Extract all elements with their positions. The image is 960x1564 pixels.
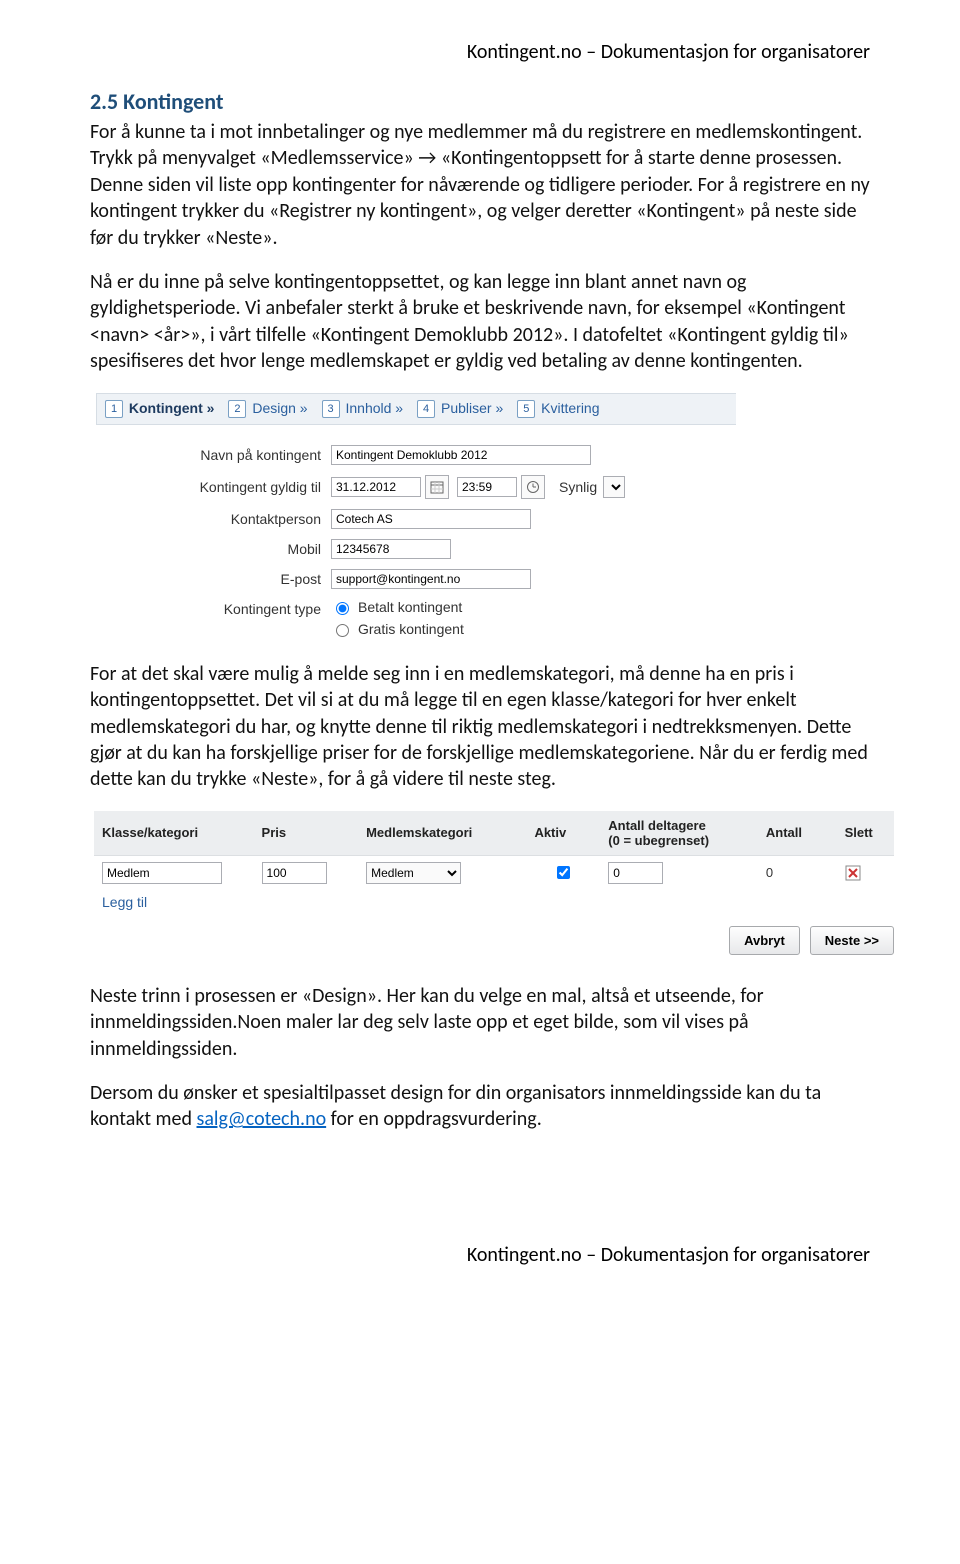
kontingent-form: Navn på kontingent Kontingent gyldig til…	[96, 425, 736, 637]
radio-paid[interactable]: Betalt kontingent	[331, 599, 464, 615]
step-label: Design »	[252, 400, 307, 416]
next-button[interactable]: Neste >>	[810, 926, 894, 955]
mobile-input[interactable]	[331, 539, 451, 559]
name-label: Navn på kontingent	[96, 447, 331, 463]
calendar-icon[interactable]	[425, 475, 449, 499]
antall-value: 0	[758, 855, 837, 890]
col-klasse: Klasse/kategori	[94, 811, 254, 856]
step-number: 3	[322, 400, 340, 418]
type-label: Kontingent type	[96, 599, 331, 617]
step-label: Kontingent »	[129, 400, 215, 416]
pris-input[interactable]	[262, 862, 327, 884]
email-input[interactable]	[331, 569, 531, 589]
paragraph-4b: Dersom du ønsker et spesialtilpasset des…	[90, 1080, 870, 1133]
valid-until-label: Kontingent gyldig til	[96, 479, 331, 495]
email-label: E-post	[96, 571, 331, 587]
step-number: 5	[517, 400, 535, 418]
radio-paid-input[interactable]	[336, 602, 349, 615]
clock-icon[interactable]	[521, 475, 545, 499]
p4b-after: for en oppdragsvurdering.	[326, 1107, 542, 1131]
radio-free[interactable]: Gratis kontingent	[331, 621, 464, 637]
paragraph-3: For at det skal være mulig å melde seg i…	[90, 661, 870, 793]
step-5[interactable]: 5 Kvittering	[517, 400, 599, 418]
valid-date-input[interactable]	[331, 477, 421, 497]
step-3[interactable]: 3 Innhold »	[322, 400, 404, 418]
radio-paid-label: Betalt kontingent	[358, 599, 462, 615]
paragraph-4a: Neste trinn i prosessen er «Design». Her…	[90, 983, 870, 1062]
medlemskategori-select[interactable]: Medlem	[366, 862, 461, 884]
visibility-select[interactable]	[603, 476, 625, 498]
contact-email-link[interactable]: salg@cotech.no	[197, 1107, 327, 1131]
name-input[interactable]	[331, 445, 591, 465]
radio-free-label: Gratis kontingent	[358, 621, 464, 637]
category-table: Klasse/kategori Pris Medlemskategori Akt…	[94, 811, 894, 890]
delete-icon[interactable]	[845, 865, 886, 881]
page-footer: Kontingent.no – Dokumentasjon for organi…	[90, 1243, 870, 1267]
add-row-link[interactable]: Legg til	[94, 890, 155, 910]
table-row: Medlem 0	[94, 855, 894, 890]
col-medlemskategori: Medlemskategori	[358, 811, 526, 856]
deltagere-input[interactable]	[608, 862, 663, 884]
contact-label: Kontaktperson	[96, 511, 331, 527]
step-label: Kvittering	[541, 400, 599, 416]
paragraph-1: For å kunne ta i mot innbetalinger og ny…	[90, 119, 870, 251]
wizard-screenshot: 1 Kontingent » 2 Design » 3 Innhold » 4 …	[96, 393, 736, 637]
step-number: 2	[228, 400, 246, 418]
aktiv-checkbox[interactable]	[557, 866, 570, 879]
contact-input[interactable]	[331, 509, 531, 529]
category-table-screenshot: Klasse/kategori Pris Medlemskategori Akt…	[94, 811, 894, 955]
step-4[interactable]: 4 Publiser »	[417, 400, 503, 418]
col-antall: Antall	[758, 811, 837, 856]
step-1[interactable]: 1 Kontingent »	[105, 400, 214, 418]
section-title: 2.5 Kontingent	[90, 88, 870, 115]
step-number: 1	[105, 400, 123, 418]
cancel-button[interactable]: Avbryt	[729, 926, 800, 955]
step-label: Innhold »	[345, 400, 403, 416]
col-pris: Pris	[254, 811, 359, 856]
visibility-label: Synlig	[559, 479, 597, 495]
step-number: 4	[417, 400, 435, 418]
klasse-input[interactable]	[102, 862, 222, 884]
col-aktiv: Aktiv	[526, 811, 600, 856]
radio-free-input[interactable]	[336, 624, 349, 637]
wizard-steps: 1 Kontingent » 2 Design » 3 Innhold » 4 …	[96, 393, 736, 425]
paragraph-2: Nå er du inne på selve kontingentoppsett…	[90, 269, 870, 375]
step-2[interactable]: 2 Design »	[228, 400, 307, 418]
page-header: Kontingent.no – Dokumentasjon for organi…	[90, 40, 870, 64]
col-deltagere: Antall deltagere (0 = ubegrenset)	[600, 811, 758, 856]
valid-time-input[interactable]	[457, 477, 517, 497]
col-slett: Slett	[837, 811, 894, 856]
mobile-label: Mobil	[96, 541, 331, 557]
step-label: Publiser »	[441, 400, 503, 416]
